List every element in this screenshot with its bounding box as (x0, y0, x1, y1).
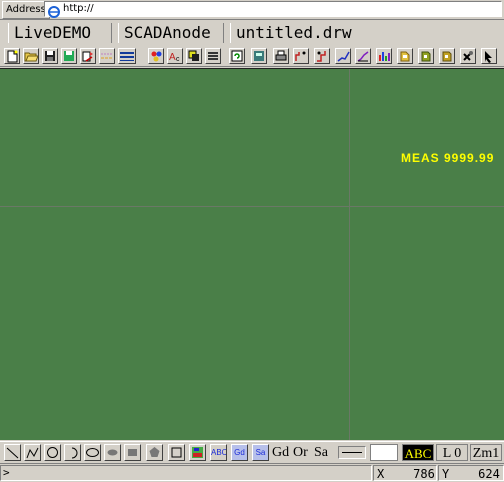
print-preview-icon[interactable] (80, 48, 96, 64)
text-color-icon[interactable]: Ac (167, 48, 183, 64)
open-folder-icon[interactable] (23, 48, 39, 64)
database-icon[interactable] (418, 48, 434, 64)
main-toolbar: Ac (0, 46, 504, 67)
save-icon[interactable] (42, 48, 58, 64)
x-value: 786 (413, 467, 435, 481)
pie-chart-icon[interactable] (397, 48, 413, 64)
tools-icon[interactable] (460, 48, 476, 64)
y-value: 624 (478, 467, 500, 481)
layer-indicator[interactable]: L 0 (436, 444, 468, 461)
abc-text-button[interactable]: ABC (210, 444, 227, 461)
arc-tool-icon[interactable] (64, 444, 81, 461)
y-coordinate: Y 624 (438, 465, 504, 481)
polyline-tool-icon[interactable] (24, 444, 41, 461)
app-name: LiveDEMO (8, 23, 112, 43)
address-input[interactable]: http:// (44, 1, 502, 18)
align-left-icon[interactable] (293, 48, 309, 64)
chart-step-icon[interactable] (335, 48, 351, 64)
line-style-swatch[interactable] (338, 446, 366, 459)
gd-button[interactable]: Gd (231, 444, 248, 461)
status-bar: > X 786 Y 624 (0, 463, 504, 482)
sa-toggle[interactable]: Sa (314, 444, 328, 461)
zoom-indicator[interactable]: Zm1 (470, 444, 502, 461)
command-prompt: > (3, 466, 10, 479)
polygon-tool-icon[interactable] (146, 444, 163, 461)
color-palette-icon[interactable] (148, 48, 164, 64)
address-bar: Address http:// (0, 0, 504, 20)
x-label: X (377, 467, 385, 481)
app-title-strip: LiveDEMO SCADAnode untitled.drw (0, 22, 504, 44)
rectangle-tool-icon[interactable] (168, 444, 185, 461)
drawing-filename: untitled.drw (230, 23, 500, 43)
save-as-icon[interactable] (61, 48, 77, 64)
or-toggle[interactable]: Or (293, 444, 308, 461)
filled-ellipse-tool-icon[interactable] (104, 444, 121, 461)
gd-toggle[interactable]: Gd (272, 444, 289, 461)
text-style-sample[interactable]: ABC (402, 444, 434, 461)
x-coordinate: X 786 (373, 465, 437, 481)
svg-text:c: c (176, 56, 180, 63)
grid-line-vertical (349, 69, 350, 440)
draw-toolbar: ABC Gd Sa Gd Or Sa ABC L 0 Zm1 (0, 441, 504, 463)
bring-front-icon[interactable] (186, 48, 202, 64)
align-right-icon[interactable] (314, 48, 330, 64)
cylinder-icon[interactable] (439, 48, 455, 64)
new-file-icon[interactable] (4, 48, 20, 64)
command-line-input[interactable]: > (0, 465, 372, 481)
measurement-label[interactable]: MEAS 9999.99 (401, 151, 494, 165)
sa-button[interactable]: Sa (252, 444, 269, 461)
ie-page-icon (48, 3, 60, 18)
circle-tool-icon[interactable] (44, 444, 61, 461)
calculator-icon[interactable] (251, 48, 267, 64)
address-label: Address (2, 1, 50, 19)
filled-rect-tool-icon[interactable] (124, 444, 141, 461)
help-pointer-icon[interactable] (481, 48, 497, 64)
printer-icon[interactable] (273, 48, 289, 64)
node-name: SCADAnode (118, 23, 224, 43)
chart-line-icon[interactable] (355, 48, 371, 64)
line-width-icon[interactable] (118, 48, 136, 64)
svg-text:A: A (169, 52, 176, 63)
refresh-icon[interactable] (229, 48, 245, 64)
ellipse-tool-icon[interactable] (84, 444, 101, 461)
line-tool-icon[interactable] (4, 444, 21, 461)
drawing-canvas[interactable]: MEAS 9999.99 (0, 68, 504, 440)
grid-line-horizontal (0, 206, 504, 207)
line-style-icon[interactable] (99, 48, 115, 64)
layers-icon[interactable] (205, 48, 221, 64)
address-url: http:// (63, 3, 94, 14)
bar-chart-icon[interactable] (376, 48, 392, 64)
y-label: Y (442, 467, 450, 481)
symbol-tool-icon[interactable] (189, 444, 206, 461)
fill-color-swatch[interactable] (370, 444, 398, 461)
